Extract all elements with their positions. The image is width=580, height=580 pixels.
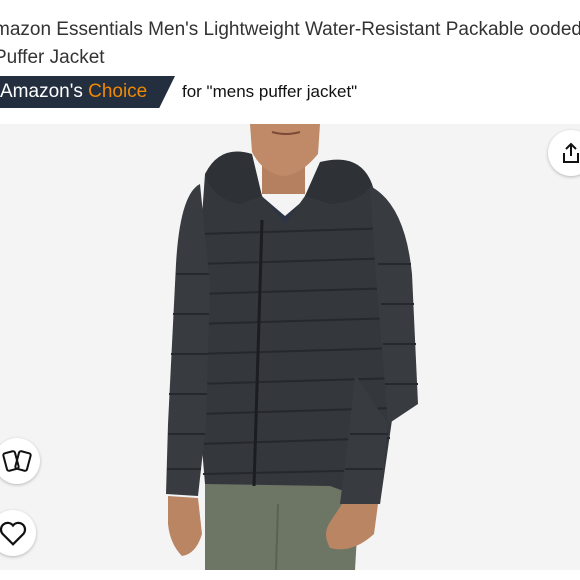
share-icon xyxy=(563,142,579,163)
left-hand xyxy=(168,496,202,556)
face xyxy=(250,124,320,176)
badge-query-text: for "mens puffer jacket" xyxy=(182,82,358,101)
product-title: mazon Essentials Men's Lightweight Water… xyxy=(0,19,580,68)
compare-cards-icon xyxy=(2,450,32,472)
product-page: mazon Essentials Men's Lightweight Water… xyxy=(0,0,580,580)
amazons-choice-badge[interactable]: Amazon's Choice xyxy=(0,76,175,108)
product-image xyxy=(166,124,418,570)
badge-prefix: Amazon's xyxy=(0,81,83,102)
image-bottom-edge xyxy=(0,570,580,580)
product-image-area[interactable] xyxy=(0,124,580,570)
badge-choice-word: Choice xyxy=(88,81,148,102)
heart-icon xyxy=(0,521,27,546)
amazons-choice-row: Amazon's Choice for "mens puffer jacket" xyxy=(0,76,580,108)
